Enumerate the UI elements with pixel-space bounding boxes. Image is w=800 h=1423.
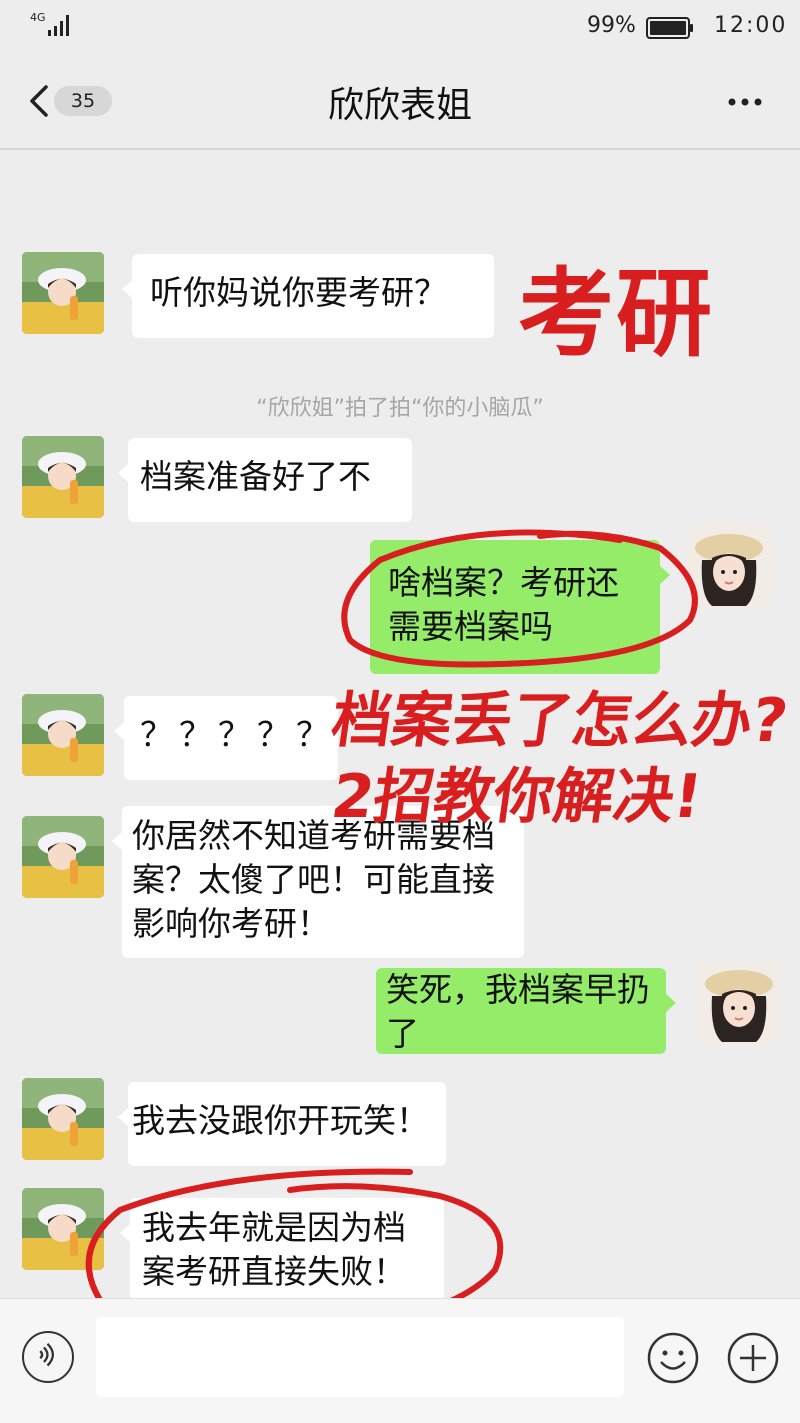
contact-avatar[interactable] (22, 694, 104, 776)
status-bar: 4G 99% 12:00 (0, 0, 800, 54)
system-message-pat: “欣欣姐”拍了拍“你的小脑瓜” (256, 396, 544, 421)
unread-count-badge: 35 (54, 86, 112, 116)
message-input[interactable] (96, 1317, 624, 1397)
chevron-left-icon (30, 85, 48, 117)
overlay-headline: 考研 (518, 258, 714, 370)
clock: 12:00 (714, 13, 788, 38)
plus-icon[interactable] (726, 1331, 780, 1385)
my-avatar[interactable] (698, 962, 780, 1044)
emoji-icon[interactable] (646, 1331, 700, 1385)
chat-header: 35 欣欣表姐 (0, 54, 800, 150)
more-icon[interactable] (720, 82, 770, 122)
message-bubble-outgoing[interactable]: 笑死，我档案早扔了 (376, 968, 676, 1054)
overlay-caption-line2: 2招教你解决! (327, 762, 707, 832)
voice-button[interactable] (22, 1331, 74, 1383)
message-bubble-incoming[interactable]: 档案准备好了不 (118, 438, 412, 522)
message-bubble-incoming[interactable]: 我去没跟你开玩笑！ (118, 1082, 446, 1166)
message-bubble-incoming[interactable]: ？？？？？ (114, 696, 338, 780)
message-bubble-incoming[interactable]: 听你妈说你要考研？ (122, 254, 494, 338)
input-bar (0, 1298, 800, 1423)
contact-avatar[interactable] (22, 1188, 104, 1270)
message-bubble-incoming[interactable]: 我去年就是因为档案考研直接失败！ (120, 1198, 444, 1310)
chat-title: 欣欣表姐 (327, 85, 472, 126)
battery-percent: 99% (587, 13, 636, 38)
contact-avatar[interactable] (22, 252, 104, 334)
contact-avatar[interactable] (22, 436, 104, 518)
network-type: 4G (30, 11, 46, 24)
overlay-caption-line1: 档案丢了怎么办? (327, 686, 792, 756)
voice-icon (39, 1343, 55, 1367)
my-avatar[interactable] (688, 526, 770, 608)
contact-avatar[interactable] (22, 1078, 104, 1160)
back-button[interactable]: 35 (22, 78, 122, 124)
signal-icon (48, 15, 69, 36)
message-bubble-outgoing[interactable]: 啥档案？考研还需要档案吗 (370, 540, 670, 674)
battery-icon (646, 17, 693, 39)
contact-avatar[interactable] (22, 816, 104, 898)
